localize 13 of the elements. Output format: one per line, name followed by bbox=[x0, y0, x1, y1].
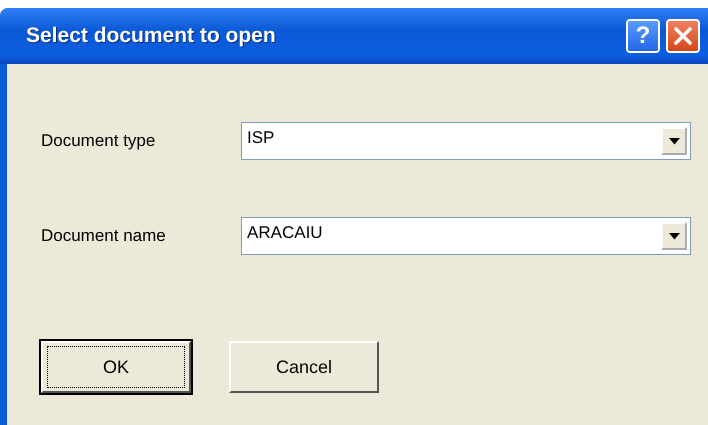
dropdown-field[interactable]: ARACAIU bbox=[241, 217, 691, 255]
field-label: Document name bbox=[41, 226, 167, 246]
caret-icon bbox=[668, 232, 680, 240]
caret-icon bbox=[668, 138, 680, 144]
cancel-button[interactable]: Cancel bbox=[229, 341, 379, 393]
dropdown-arrow-button[interactable] bbox=[661, 127, 687, 155]
close-button[interactable] bbox=[666, 19, 700, 53]
dropdown-arrow-button[interactable] bbox=[661, 222, 687, 250]
close-icon bbox=[672, 25, 694, 47]
field-label: Document type bbox=[41, 131, 156, 151]
window-title: Select document to open bbox=[26, 24, 276, 48]
ok-button[interactable]: OK bbox=[41, 341, 191, 393]
dropdown-field[interactable]: ISP bbox=[241, 122, 691, 160]
